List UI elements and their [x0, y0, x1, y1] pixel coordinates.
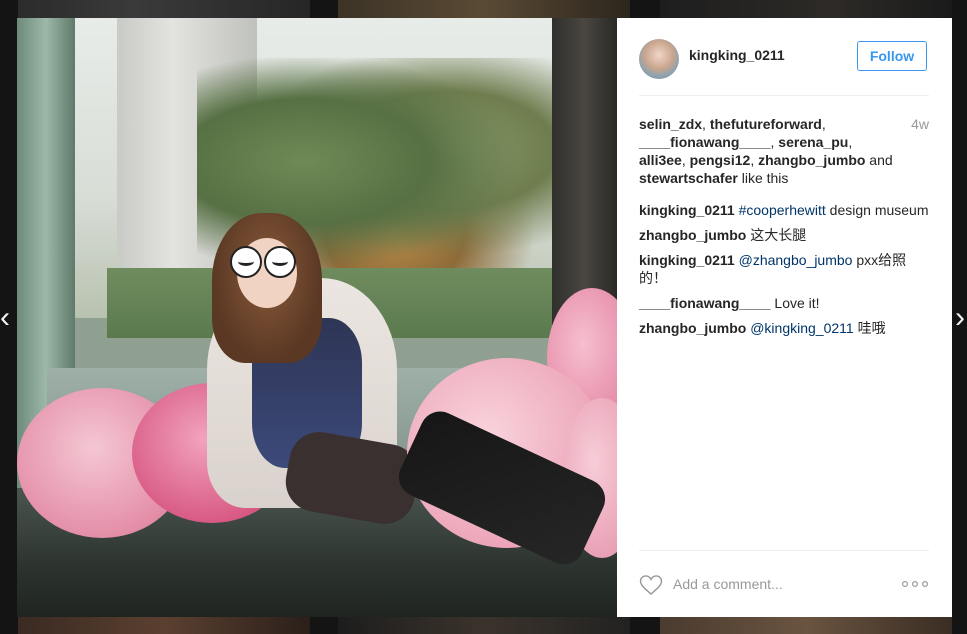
- separator: ,: [750, 152, 759, 168]
- grid-thumbnail[interactable]: [660, 0, 952, 18]
- likes-suffix: like this: [737, 170, 789, 186]
- separator: and: [865, 152, 893, 168]
- comment-username[interactable]: ____fionawang____: [639, 295, 771, 311]
- likes-summary: selin_zdx, thefutureforward, ____fionawa…: [639, 115, 929, 187]
- comments-section: selin_zdx, thefutureforward, ____fionawa…: [639, 115, 929, 337]
- comment-item: kingking_0211 @zhangbo_jumbo pxx给照的！: [639, 251, 929, 287]
- comment-username[interactable]: kingking_0211: [639, 202, 735, 218]
- post-username[interactable]: kingking_0211: [689, 47, 785, 63]
- post-header: kingking_0211 Follow: [639, 18, 929, 96]
- comment-item: zhangbo_jumbo 这大长腿: [639, 226, 929, 244]
- chevron-left-icon[interactable]: ‹: [0, 300, 14, 336]
- post-side-panel: kingking_0211 Follow selin_zdx, thefutur…: [617, 18, 952, 617]
- separator: ,: [821, 116, 826, 132]
- comment-text: 哇哦: [853, 320, 886, 336]
- post-timestamp[interactable]: 4w: [911, 115, 929, 133]
- separator: ,: [681, 152, 690, 168]
- eye-sticker-icon: [264, 246, 296, 278]
- liker-username[interactable]: ____fionawang____: [639, 134, 771, 150]
- separator: ,: [702, 116, 710, 132]
- liker-username[interactable]: thefutureforward: [710, 116, 822, 132]
- comment-username[interactable]: kingking_0211: [639, 252, 735, 268]
- grid-thumbnail[interactable]: [338, 0, 630, 18]
- comment-text: 这大长腿: [746, 227, 807, 243]
- avatar[interactable]: [639, 39, 679, 79]
- chevron-right-icon[interactable]: ›: [955, 300, 967, 336]
- eye-sticker-icon: [230, 246, 262, 278]
- post-photo[interactable]: [17, 18, 617, 617]
- grid-thumbnail[interactable]: [18, 0, 310, 18]
- liker-username[interactable]: pengsi12: [690, 152, 751, 168]
- comment-footer: [639, 550, 929, 618]
- comment-text: Love it!: [770, 295, 820, 311]
- comment-item: ____fionawang____ Love it!: [639, 294, 929, 312]
- grid-thumbnail[interactable]: [338, 617, 630, 634]
- comment-username[interactable]: zhangbo_jumbo: [639, 227, 746, 243]
- separator: ,: [848, 134, 853, 150]
- grid-thumbnail[interactable]: [660, 617, 952, 634]
- comment-username[interactable]: zhangbo_jumbo: [639, 320, 746, 336]
- comment-item: kingking_0211 #cooperhewitt design museu…: [639, 201, 929, 219]
- hashtag-link[interactable]: #cooperhewitt: [739, 202, 826, 218]
- liker-username[interactable]: stewartschafer: [639, 170, 738, 186]
- add-comment-input[interactable]: [673, 573, 883, 595]
- comment-text: design museum: [825, 202, 929, 218]
- liker-username[interactable]: serena_pu: [778, 134, 848, 150]
- post-modal: kingking_0211 Follow selin_zdx, thefutur…: [17, 18, 952, 617]
- comment-item: zhangbo_jumbo @kingking_0211 哇哦: [639, 319, 929, 337]
- heart-outline-icon[interactable]: [639, 575, 663, 595]
- follow-button[interactable]: Follow: [857, 41, 927, 71]
- liker-username[interactable]: alli3ee: [639, 152, 682, 168]
- grid-thumbnail[interactable]: [18, 617, 310, 634]
- more-options-icon[interactable]: [901, 577, 929, 591]
- liker-username[interactable]: selin_zdx: [639, 116, 702, 132]
- mention-link[interactable]: @kingking_0211: [750, 320, 853, 336]
- liker-username[interactable]: zhangbo_jumbo: [758, 152, 865, 168]
- mention-link[interactable]: @zhangbo_jumbo: [739, 252, 853, 268]
